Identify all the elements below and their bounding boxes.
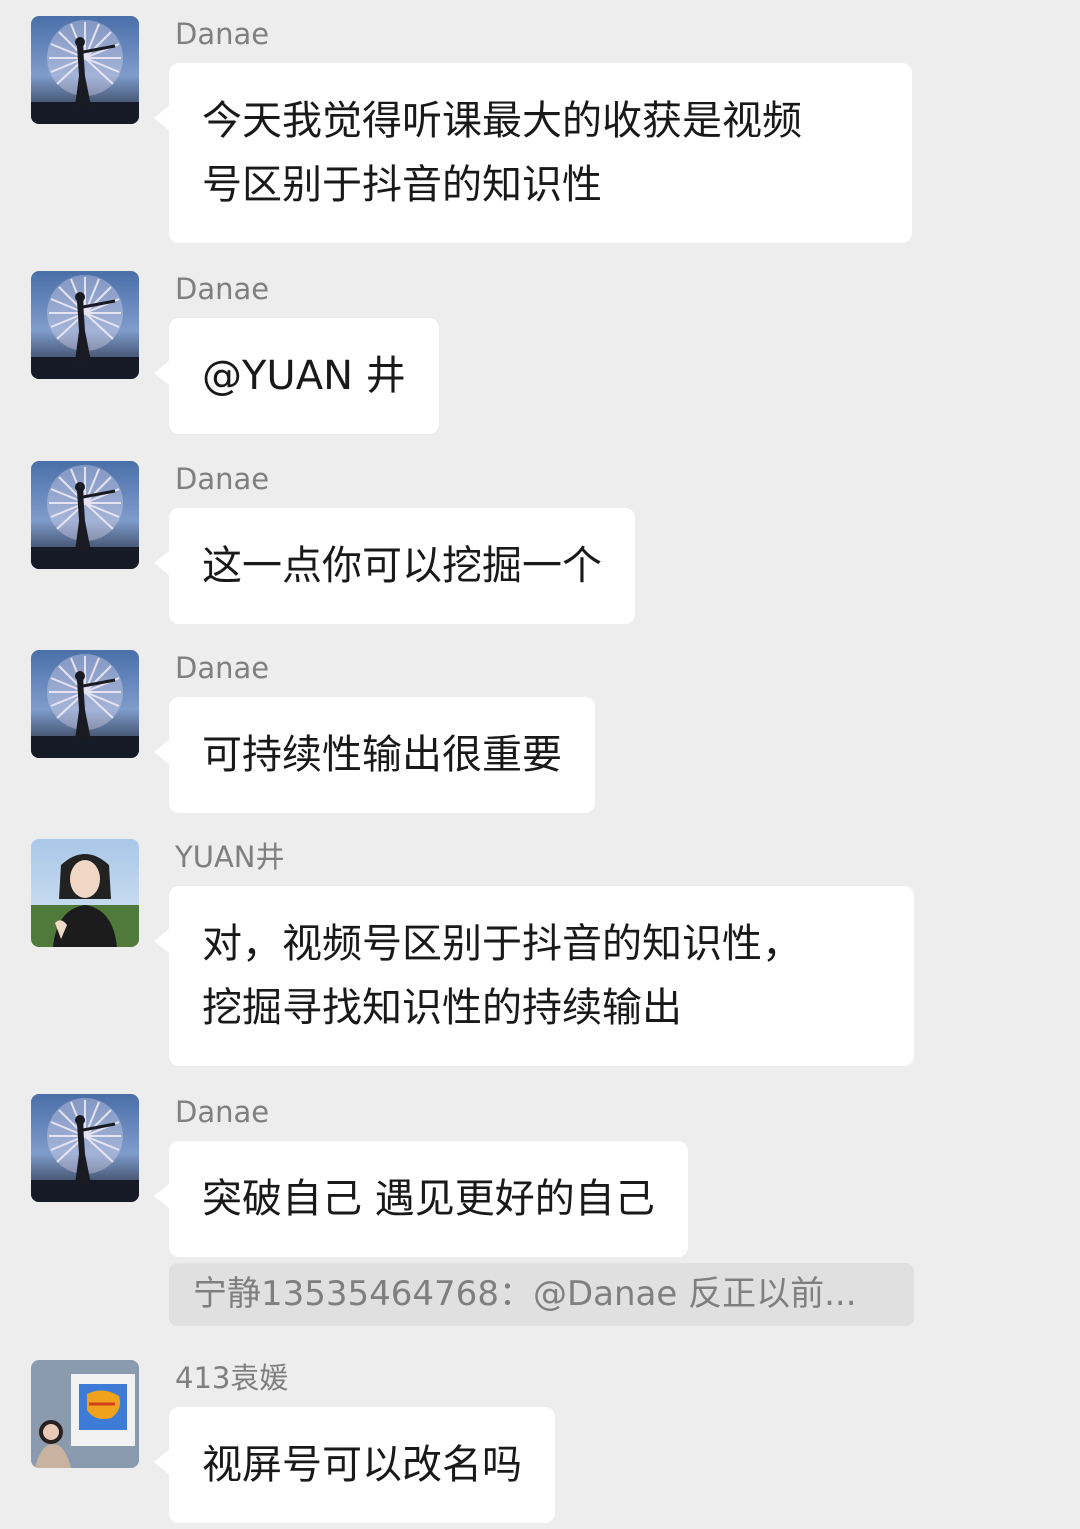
avatar[interactable]	[31, 1094, 139, 1202]
message-line: 突破自己 遇见更好的自己	[202, 1176, 655, 1222]
sender-name[interactable]: Danae	[175, 648, 269, 688]
sender-name[interactable]: Danae	[175, 1092, 269, 1132]
avatar[interactable]	[31, 839, 139, 947]
message-bubble[interactable]: 这一点你可以挖掘一个	[154, 508, 635, 624]
avatar[interactable]	[31, 1360, 139, 1468]
message-line: 今天我觉得听课最大的收获是视频	[202, 98, 802, 144]
sender-name[interactable]: Danae	[175, 269, 269, 309]
avatar[interactable]	[31, 461, 139, 569]
message-bubble[interactable]: 对，视频号区别于抖音的知识性， 挖掘寻找知识性的持续输出	[154, 886, 914, 1066]
message-line: 可持续性输出很重要	[202, 732, 562, 778]
avatar[interactable]	[31, 16, 139, 124]
fireworks-avatar-icon	[31, 461, 139, 569]
sender-name[interactable]: 413袁媛	[175, 1358, 288, 1398]
message-bubble[interactable]: @YUAN 井	[154, 318, 439, 434]
message-line: 这一点你可以挖掘一个	[202, 543, 602, 589]
fireworks-avatar-icon	[31, 271, 139, 379]
sender-name[interactable]: Danae	[175, 14, 269, 54]
avatar[interactable]	[31, 650, 139, 758]
message-bubble[interactable]: 突破自己 遇见更好的自己	[154, 1141, 688, 1257]
message-line: 号区别于抖音的知识性	[202, 162, 602, 208]
fireworks-avatar-icon	[31, 16, 139, 124]
message-line: 对，视频号区别于抖音的知识性，	[202, 921, 802, 967]
sender-name[interactable]: Danae	[175, 459, 269, 499]
fireworks-avatar-icon	[31, 1094, 139, 1202]
message-bubble[interactable]: 今天我觉得听课最大的收获是视频 号区别于抖音的知识性	[154, 63, 912, 243]
message-line: @YUAN 井	[202, 353, 406, 399]
message-bubble[interactable]: 可持续性输出很重要	[154, 697, 595, 813]
sender-name[interactable]: YUAN井	[175, 837, 284, 877]
message-bubble[interactable]: 视屏号可以改名吗	[154, 1407, 555, 1523]
child-painting-avatar-icon	[31, 1360, 139, 1468]
quoted-reply[interactable]: 宁静13535464768：@Danae 反正以前...	[169, 1263, 914, 1326]
avatar[interactable]	[31, 271, 139, 379]
fireworks-avatar-icon	[31, 650, 139, 758]
woman-portrait-avatar-icon	[31, 839, 139, 947]
message-line: 挖掘寻找知识性的持续输出	[202, 985, 682, 1031]
message-line: 视屏号可以改名吗	[202, 1442, 522, 1488]
